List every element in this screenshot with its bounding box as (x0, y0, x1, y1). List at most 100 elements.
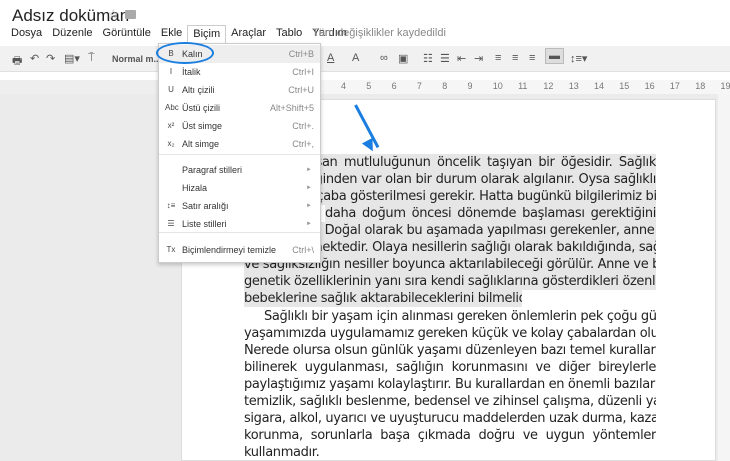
text-line-selected: diliğinden var olan bir durum olarak alg… (297, 171, 656, 188)
menu-item-label: Üstü çizili (182, 103, 221, 113)
menu-item-underline[interactable]: U Altı çizili Ctrl+U (159, 81, 320, 99)
text-line: sigara, alkol, uyarıcı ve uyuşturucu mad… (244, 411, 656, 426)
paint-format-icon[interactable]: ⍑ (88, 52, 95, 65)
bulleted-list-icon[interactable]: ☰ (440, 52, 450, 65)
highlight-color-button[interactable]: A (352, 52, 359, 64)
menu-duzenle[interactable]: Düzenle (47, 25, 97, 43)
ruler-tick: 16 (644, 81, 655, 91)
menu-bicim[interactable]: Biçim (187, 25, 227, 43)
menu-item-list-styles[interactable]: ☰ Liste stilleri ► (159, 215, 320, 233)
menu-item-align[interactable]: Hizala ► (159, 179, 320, 197)
menu-bar: Dosya Düzenle Görüntüle Ekle Biçim Araçl… (6, 25, 352, 43)
menu-item-label: Üst simge (182, 121, 223, 131)
ruler-tick: 10 (492, 81, 503, 91)
ruler-tick: 5 (366, 81, 372, 91)
shortcut: Ctrl+, (292, 139, 314, 149)
subscript-icon: x₂ (167, 139, 175, 148)
ruler-tick: 11 (518, 81, 528, 91)
menu-item-label: Satır aralığı (182, 201, 229, 211)
shortcut: Ctrl+I (292, 67, 314, 77)
text-line-selected: a çaba gösterilmesi gerekir. Hatta bugün… (305, 188, 656, 205)
menu-goruntule[interactable]: Görüntüle (98, 25, 156, 43)
annotation-circle (156, 42, 214, 64)
text-line: bilinerek uygulanması, sağlığın korunmas… (244, 360, 656, 375)
superscript-icon: x² (167, 121, 175, 130)
ruler[interactable]: 4 5 6 7 8 9 10 11 12 13 14 15 16 17 18 19 (0, 80, 730, 94)
ruler-tick: 17 (669, 81, 680, 91)
menu-item-italic[interactable]: I İtalik Ctrl+I (159, 63, 320, 81)
menu-divider (159, 232, 320, 233)
menu-tablo[interactable]: Tablo (271, 25, 307, 43)
text-line: yaşamımızda uygulamamız gereken küçük ve… (244, 326, 656, 341)
increase-indent-icon[interactable]: ⇥ (474, 52, 483, 65)
menu-item-label: Altı çizili (182, 85, 215, 95)
text-line-selected: genetik özelliklerinin yanı sıra kendi s… (244, 273, 656, 290)
link-icon[interactable]: ∞ (380, 52, 388, 64)
menu-item-line-spacing[interactable]: ↕≡ Satır aralığı ► (159, 197, 320, 215)
text-line: kullanmadır. (244, 445, 320, 460)
decrease-indent-icon[interactable]: ⇤ (457, 52, 466, 65)
submenu-arrow-icon: ► (306, 185, 312, 191)
numbered-list-icon[interactable]: ☷ (423, 52, 433, 65)
menu-item-label: Biçimlendirmeyi temizle (182, 245, 277, 255)
text-line-selected: bebeklerine sağlık aktarabileceklerini b… (244, 290, 522, 307)
ruler-tick: 9 (467, 81, 473, 91)
ruler-tick: 4 (341, 81, 347, 91)
text-color-button[interactable]: A (327, 52, 334, 64)
text-line: temizlik, sağlıklı beslenme, bedensel ve… (244, 394, 656, 409)
menu-divider (159, 154, 320, 155)
shortcut: Alt+Shift+5 (269, 103, 314, 113)
menu-item-label: İtalik (182, 67, 201, 77)
text-line: korunma, sorunlarla başa çıkmada doğru v… (244, 428, 656, 443)
strikethrough-icon: Abc (165, 103, 179, 112)
star-icon[interactable]: ☆ (107, 6, 120, 23)
save-status: Tüm değişiklikler kaydedildi (312, 27, 446, 39)
text-line: Sağlıklı bir yaşam için alınması gereken… (264, 309, 656, 324)
menu-item-clear-formatting[interactable]: Tx Biçimlendirmeyi temizle Ctrl+\ (159, 241, 320, 259)
ruler-tick: 15 (619, 81, 630, 91)
shortcut: Ctrl+\ (292, 245, 314, 255)
ruler-tick: 6 (391, 81, 397, 91)
text-line-selected: ir. Doğal olarak bu aşamada yapılması ge… (310, 222, 656, 239)
scrollbar[interactable] (718, 94, 730, 461)
style-select[interactable]: Normal m... (112, 54, 161, 64)
menu-dosya[interactable]: Dosya (6, 25, 47, 43)
undo-icon[interactable]: ↶ (30, 52, 39, 65)
align-right-icon[interactable]: ≡ (529, 52, 535, 64)
menu-item-label: Paragraf stilleri (182, 165, 243, 175)
menu-item-paragraph-styles[interactable]: Paragraf stilleri ► (159, 161, 320, 179)
ruler-tick: 13 (568, 81, 579, 91)
menu-araclar[interactable]: Araçlar (226, 25, 271, 43)
submenu-arrow-icon: ► (306, 203, 312, 209)
ruler-tick: 19 (720, 81, 730, 91)
redo-icon[interactable]: ↷ (46, 52, 55, 65)
text-line-selected: daha doğum öncesi dönemde başlaması gere… (325, 205, 656, 222)
line-spacing-icon: ↕≡ (166, 201, 176, 210)
menu-item-superscript[interactable]: x² Üst simge Ctrl+. (159, 117, 320, 135)
menu-item-label: Alt simge (182, 139, 220, 149)
image-icon[interactable]: ▣ (398, 52, 408, 65)
justify-icon[interactable]: ▬ (545, 48, 564, 64)
submenu-arrow-icon: ► (306, 221, 312, 227)
underline-icon: U (168, 85, 174, 94)
folder-icon[interactable] (125, 10, 136, 19)
line-spacing-icon[interactable]: ↕≡▾ (570, 52, 587, 65)
clipboard-icon[interactable]: ▤▾ (64, 52, 80, 65)
italic-icon: I (169, 67, 173, 76)
ruler-tick: 14 (594, 81, 605, 91)
menu-item-strikethrough[interactable]: Abc Üstü çizili Alt+Shift+5 (159, 99, 320, 117)
print-icon[interactable]: 🖶 (12, 52, 22, 71)
menu-item-subscript[interactable]: x₂ Alt simge Ctrl+, (159, 135, 320, 153)
ruler-tick: 18 (695, 81, 706, 91)
align-left-icon[interactable]: ≡ (495, 52, 501, 64)
shortcut: Ctrl+U (288, 85, 314, 95)
text-line-selected: k, insan mutluluğunun öncelik taşıyan bi… (287, 154, 656, 171)
ruler-tick: 8 (442, 81, 448, 91)
text-line: Nerede olursa olsun günlük yaşamı düzenl… (244, 343, 656, 358)
ruler-tick: 12 (543, 81, 554, 91)
shortcut: Ctrl+. (292, 121, 314, 131)
menu-ekle[interactable]: Ekle (156, 25, 187, 43)
align-center-icon[interactable]: ≡ (512, 52, 518, 64)
text-line-selected: mektedir. Olaya nesillerin sağlığı olara… (310, 239, 656, 256)
menu-item-label: Hizala (182, 183, 208, 193)
